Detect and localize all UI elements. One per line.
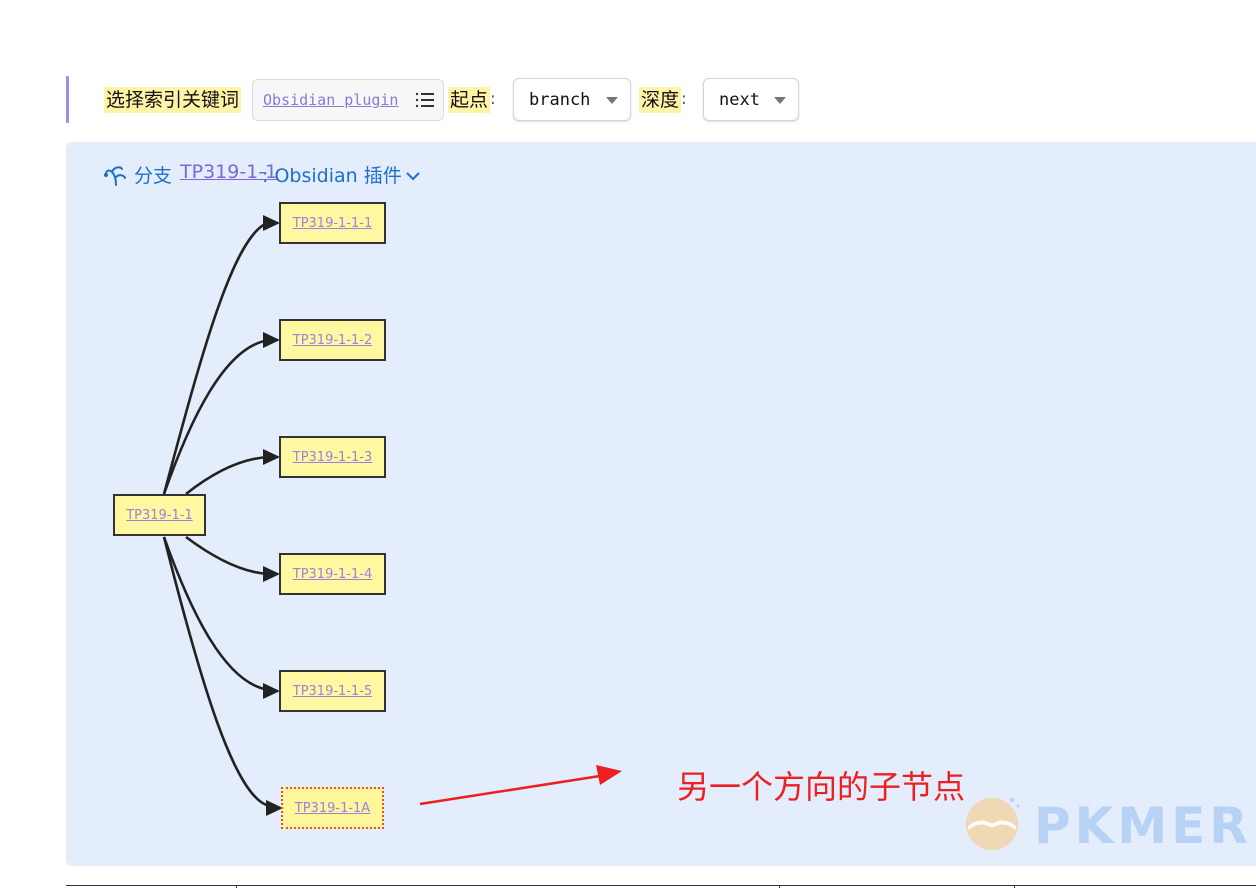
child-node[interactable]: TP319-1-1-5 [279,670,386,712]
pkmer-logo-icon [962,790,1026,858]
child-node-label[interactable]: TP319-1-1-2 [293,333,372,348]
child-node-label[interactable]: TP319-1-1-1 [293,216,372,231]
child-node[interactable]: TP319-1-1-4 [279,553,386,595]
arrowhead-5 [263,683,280,699]
annotation-text: 另一个方向的子节点 [677,768,966,806]
child-node[interactable]: TP319-1-1-3 [279,436,386,478]
child-node-label[interactable]: TP319-1-1A [295,801,370,816]
child-node-label[interactable]: TP319-1-1-3 [293,450,372,465]
arrowhead-2 [263,332,280,348]
arrowhead-4 [263,566,280,582]
pkmer-logo-text: PKMER [1034,797,1252,855]
child-node[interactable]: TP319-1-1-1 [279,202,386,244]
arrowhead-3 [263,449,280,465]
child-node-label[interactable]: TP319-1-1-4 [293,567,372,582]
tree-graph [162,215,622,816]
root-node-label[interactable]: TP319-1-1 [126,508,193,523]
child-node-label[interactable]: TP319-1-1-5 [293,684,372,699]
red-arrow-head [596,765,622,785]
root-node[interactable]: TP319-1-1 [113,494,206,536]
table-top-border [66,885,1256,886]
child-node[interactable]: TP319-1-1-2 [279,319,386,361]
arrowhead-1 [263,215,280,231]
child-node-other-direction[interactable]: TP319-1-1A [281,787,384,829]
